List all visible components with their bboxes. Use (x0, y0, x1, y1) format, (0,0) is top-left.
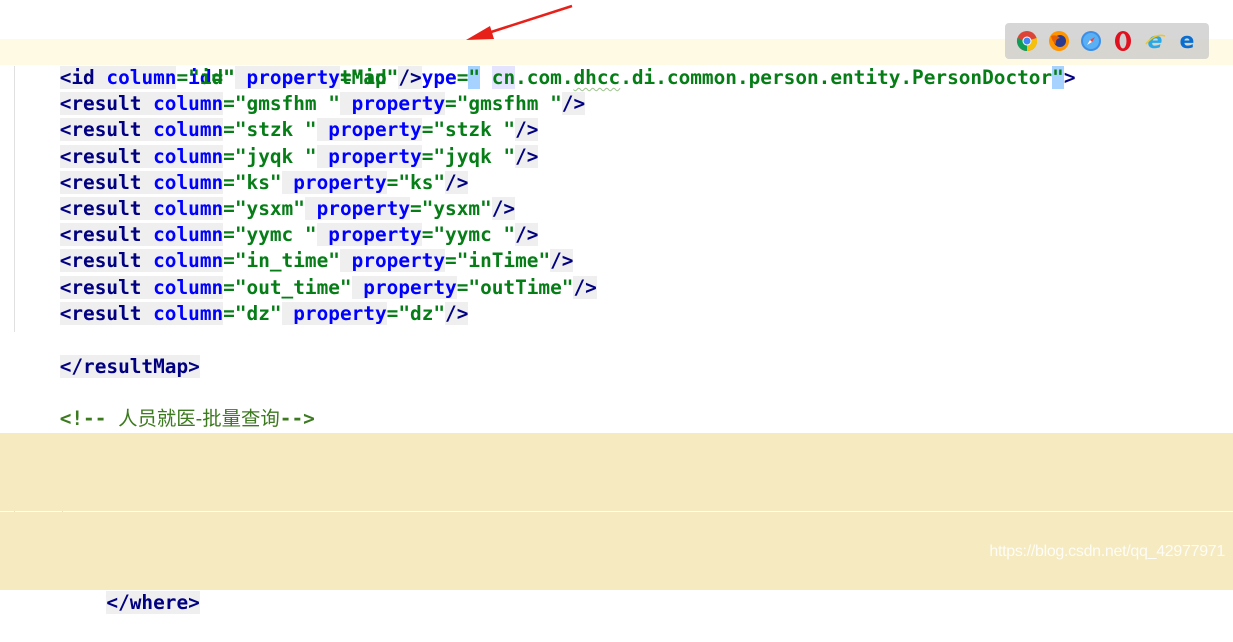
property-value: "yymc " (433, 223, 516, 247)
mapping-tag: <result (59, 301, 142, 325)
mapping-tag: <id (59, 66, 95, 89)
code-line-where-close[interactable]: </where> (0, 564, 1233, 614)
code-line-mapping[interactable]: <result column="ysxm" property="ysxm"/> (0, 196, 1233, 222)
property-value: "inTime" (456, 249, 551, 273)
code-line-mapping[interactable]: <result column="yymc " property="yymc "/… (0, 222, 1233, 248)
column-attr: column (153, 249, 224, 273)
mapping-tag: <result (59, 249, 142, 273)
column-value: "ks" (234, 170, 282, 194)
mapping-tag: <result (59, 170, 142, 194)
column-attr: column (106, 66, 177, 89)
edge-icon[interactable]: e (1176, 29, 1198, 54)
code-line-mapping[interactable]: <result column="dz" property="dz"/> (0, 301, 1233, 327)
property-attr: property (363, 275, 457, 299)
self-close: /> (515, 223, 539, 247)
mapping-tag: <result (59, 275, 142, 299)
mapping-tag: <result (59, 144, 142, 168)
column-value: "jyqk " (234, 144, 317, 168)
code-line-select[interactable]: <select id="listPersonDoctor" parameterT… (0, 407, 1233, 457)
code-line-if[interactable]: <if test="gmsfhm!=null and gmsfhm !=''"> (0, 485, 1233, 535)
column-value: "id" (188, 66, 235, 89)
self-close: /> (515, 118, 539, 142)
code-line-comment-2[interactable]: <!-- 人员就医-批量查询--> (0, 380, 1233, 430)
property-attr: property (293, 301, 387, 325)
column-value: "stzk " (234, 118, 317, 142)
column-attr: column (153, 118, 224, 142)
code-line-sql[interactable]: select * from person_doctor (0, 433, 1233, 483)
property-value: "outTime" (468, 275, 574, 299)
ie-icon[interactable]: e (1144, 29, 1166, 54)
column-value: "out_time" (234, 275, 352, 299)
column-attr: column (153, 92, 224, 116)
where-close-tag: </where> (106, 591, 200, 614)
self-close: /> (515, 144, 539, 168)
property-attr: property (246, 66, 340, 89)
property-value: "ks" (398, 170, 446, 194)
property-attr: property (328, 118, 422, 142)
column-value: "in_time" (234, 249, 340, 273)
property-value: "ysxm" (421, 197, 492, 220)
code-editor[interactable]: <!-- 通用查询映射结果 --> <resultMap id="BaseRes… (0, 0, 1233, 614)
mapping-tag: <result (59, 118, 142, 142)
chrome-icon[interactable] (1016, 30, 1038, 52)
column-attr: column (153, 223, 224, 247)
column-value: "yymc " (234, 223, 317, 247)
property-value: "stzk " (433, 118, 516, 142)
property-value: "id" (351, 66, 399, 89)
self-close: /> (573, 275, 597, 299)
code-line-mapping[interactable]: <result column="jyqk " property="jyqk "/… (0, 144, 1233, 170)
mapping-tag: <result (59, 197, 142, 220)
column-attr: column (153, 301, 224, 325)
column-attr: column (153, 144, 224, 168)
code-line-mapping[interactable]: <result column="gmsfhm " property="gmsfh… (0, 91, 1233, 117)
code-line-and[interactable]: and gmsfhm=#{gmsfhm} (0, 512, 1233, 562)
resultmap-close-tag: </resultMap> (59, 355, 200, 378)
code-line-mapping[interactable]: <id column="id" property="id"/> (0, 65, 1233, 91)
mapping-tag: <result (59, 223, 142, 247)
property-attr: property (328, 223, 422, 247)
column-attr: column (153, 197, 224, 220)
column-attr: column (153, 275, 224, 299)
column-value: "dz" (234, 301, 282, 325)
self-close: /> (445, 170, 469, 194)
code-line-mapping[interactable]: <result column="in_time" property="inTim… (0, 248, 1233, 274)
code-line-resultmap-close[interactable]: </resultMap> (0, 328, 1233, 378)
column-attr: column (153, 170, 224, 194)
browser-preview-bar: e e (1005, 23, 1209, 59)
self-close: /> (398, 66, 422, 89)
mapping-tag: <result (59, 92, 142, 116)
code-line-mapping[interactable]: <result column="out_time" property="outT… (0, 275, 1233, 301)
property-value: "dz" (398, 301, 446, 325)
self-close: /> (491, 197, 516, 220)
property-attr: property (293, 170, 387, 194)
code-line-mapping[interactable]: <result column="ks" property="ks"/> (0, 170, 1233, 196)
property-attr: property (328, 144, 422, 168)
self-close: /> (550, 249, 574, 273)
property-attr: property (316, 197, 410, 220)
firefox-icon[interactable] (1048, 30, 1070, 52)
property-attr: property (351, 92, 446, 116)
self-close: /> (561, 92, 586, 116)
svg-text:e: e (1180, 30, 1195, 52)
safari-icon[interactable] (1080, 30, 1102, 52)
property-value: "gmsfhm " (456, 92, 562, 116)
code-line-where[interactable]: <where> (0, 459, 1233, 509)
self-close: /> (445, 301, 469, 325)
code-line-mapping[interactable]: <result column="stzk " property="stzk "/… (0, 117, 1233, 143)
property-value: "jyqk " (433, 144, 516, 168)
property-attr: property (351, 249, 446, 273)
watermark: https://blog.csdn.net/qq_42977971 (989, 543, 1225, 560)
opera-icon[interactable] (1112, 30, 1134, 52)
column-value: "ysxm" (234, 197, 305, 220)
column-value: "gmsfhm " (234, 92, 340, 116)
